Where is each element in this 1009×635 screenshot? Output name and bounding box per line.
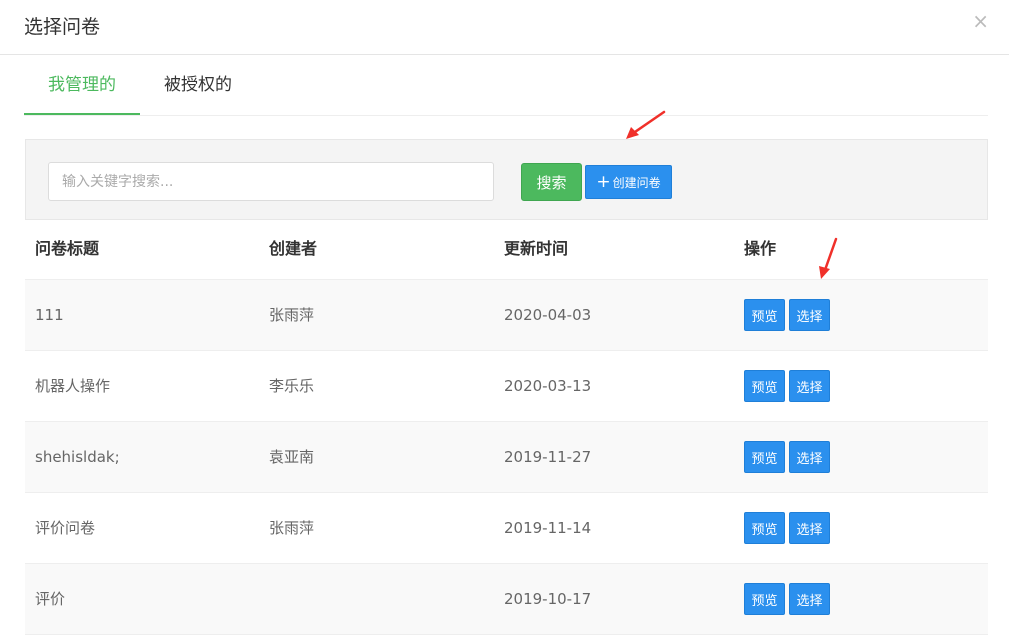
tab-authorized[interactable]: 被授权的 [142, 56, 254, 115]
row-actions: 预览 选择 [744, 441, 830, 473]
cell-title: 评价问卷 [35, 519, 96, 537]
select-button[interactable]: 选择 [789, 370, 830, 402]
row-actions: 预览 选择 [744, 512, 830, 544]
preview-button[interactable]: 预览 [744, 512, 785, 544]
cell-title: 111 [35, 306, 64, 324]
cell-updated: 2020-04-03 [504, 306, 592, 324]
table-row: 评价问卷 张雨萍 2019-11-14 预览 选择 [25, 493, 988, 564]
tab-managed[interactable]: 我管理的 [24, 56, 140, 115]
table-row: 111 张雨萍 2020-04-03 预览 选择 [25, 280, 988, 351]
cell-creator: 张雨萍 [269, 519, 315, 537]
row-actions: 预览 选择 [744, 370, 830, 402]
search-input[interactable] [48, 162, 494, 201]
cell-title: 评价 [35, 590, 66, 608]
annotation-arrow-icon [626, 110, 666, 139]
preview-button[interactable]: 预览 [744, 299, 785, 331]
cell-title: shehisldak; [35, 448, 120, 466]
preview-button[interactable]: 预览 [744, 370, 785, 402]
row-actions: 预览 选择 [744, 583, 830, 615]
create-survey-button[interactable]: + 创建问卷 [585, 165, 672, 199]
preview-button[interactable]: 预览 [744, 583, 785, 615]
cell-updated: 2019-11-27 [504, 448, 592, 466]
cell-updated: 2020-03-13 [504, 377, 592, 395]
select-button[interactable]: 选择 [789, 583, 830, 615]
select-button[interactable]: 选择 [789, 441, 830, 473]
survey-table: 问卷标题 创建者 更新时间 操作 111 张雨萍 2020-04-03 预览 选… [25, 220, 988, 635]
plus-icon: + [596, 171, 611, 192]
search-button[interactable]: 搜索 [521, 163, 582, 201]
tab-bar: 我管理的 被授权的 [24, 56, 988, 116]
dialog-title: 选择问卷 [24, 16, 101, 38]
cell-updated: 2019-10-17 [504, 590, 592, 608]
table-row: 机器人操作 李乐乐 2020-03-13 预览 选择 [25, 351, 988, 422]
preview-button[interactable]: 预览 [744, 441, 785, 473]
cell-title: 机器人操作 [35, 377, 111, 395]
select-button[interactable]: 选择 [789, 299, 830, 331]
table-row: 评价 2019-10-17 预览 选择 [25, 564, 988, 635]
annotation-arrow-icon [819, 237, 838, 279]
column-header-actions: 操作 [744, 239, 777, 258]
cell-creator: 袁亚南 [269, 448, 315, 466]
table-header: 问卷标题 创建者 更新时间 操作 [25, 220, 988, 280]
cell-creator: 张雨萍 [269, 306, 315, 324]
column-header-updated: 更新时间 [504, 239, 569, 258]
row-actions: 预览 选择 [744, 299, 830, 331]
cell-updated: 2019-11-14 [504, 519, 592, 537]
close-icon[interactable]: × [972, 9, 989, 33]
select-button[interactable]: 选择 [789, 512, 830, 544]
column-header-title: 问卷标题 [35, 239, 100, 258]
create-survey-label: 创建问卷 [612, 175, 661, 190]
dialog-header: 选择问卷 × [0, 0, 1009, 55]
cell-creator: 李乐乐 [269, 377, 315, 395]
search-toolbar: 搜索 + 创建问卷 [25, 139, 988, 220]
table-row: shehisldak; 袁亚南 2019-11-27 预览 选择 [25, 422, 988, 493]
column-header-creator: 创建者 [269, 239, 318, 258]
